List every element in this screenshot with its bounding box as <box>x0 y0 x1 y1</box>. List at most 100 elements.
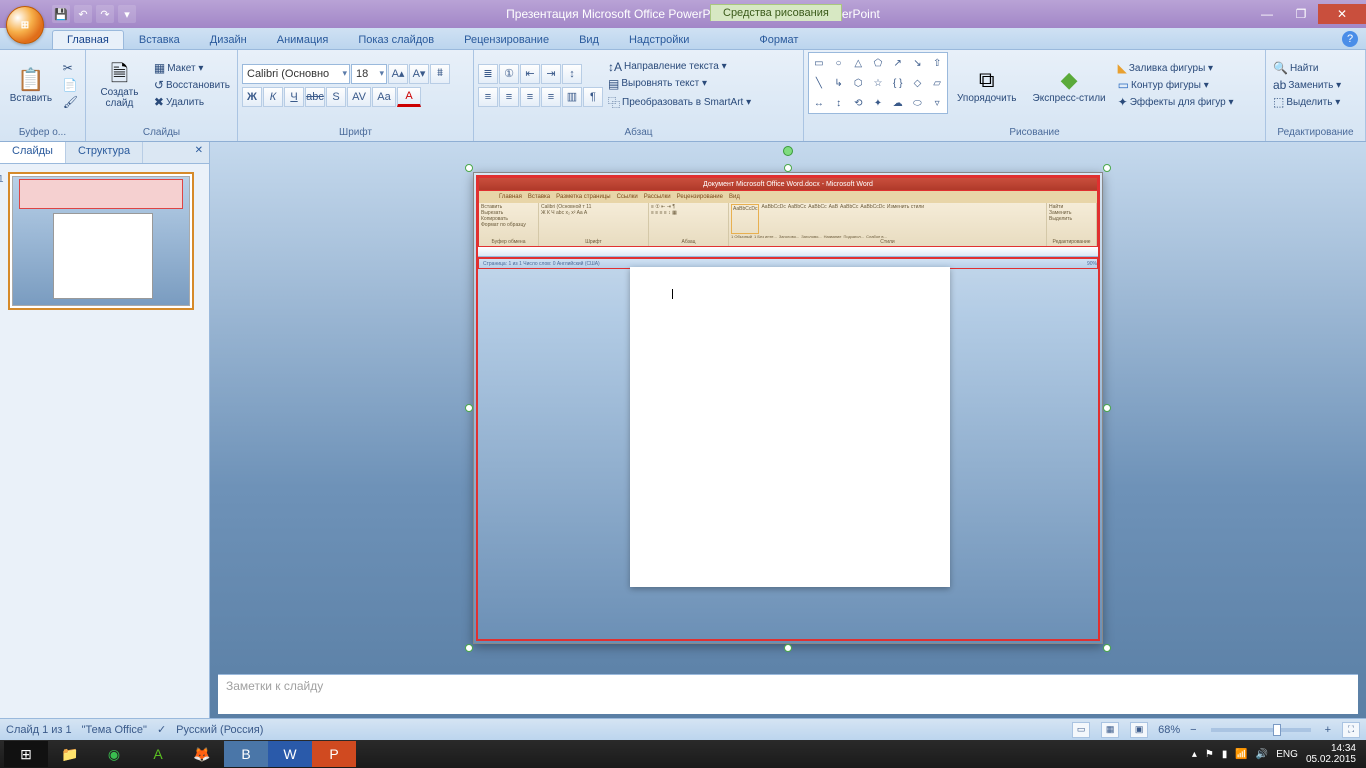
taskbar-word-icon[interactable]: W <box>268 741 312 767</box>
taskbar-app2-icon[interactable]: A <box>136 741 180 767</box>
align-text-button[interactable]: ▤Выровнять текст ▾ <box>605 76 754 92</box>
resize-handle-ne[interactable] <box>1103 164 1111 172</box>
char-spacing-button[interactable]: AV <box>347 87 371 107</box>
underline-button[interactable]: Ч <box>284 87 304 107</box>
zoom-in-button[interactable]: + <box>1325 724 1331 736</box>
tray-network-icon[interactable]: 📶 <box>1235 749 1247 760</box>
qat-undo-icon[interactable]: ↶ <box>74 5 92 23</box>
cut-button[interactable]: ✂ <box>60 60 81 76</box>
resize-handle-w[interactable] <box>465 404 473 412</box>
resize-handle-nw[interactable] <box>465 164 473 172</box>
qat-save-icon[interactable]: 💾 <box>52 5 70 23</box>
slide-canvas-area[interactable]: Документ Microsoft Office Word.docx - Mi… <box>210 142 1366 674</box>
format-painter-button[interactable]: 🖌 <box>60 94 81 110</box>
copy-button[interactable]: 📄 <box>60 77 81 93</box>
numbering-button[interactable]: ① <box>499 64 519 84</box>
language-indicator[interactable]: Русский (Россия) <box>176 724 263 736</box>
columns-button[interactable]: ▥ <box>562 87 582 107</box>
tab-insert[interactable]: Вставка <box>124 30 195 49</box>
resize-handle-e[interactable] <box>1103 404 1111 412</box>
zoom-out-button[interactable]: − <box>1190 724 1196 736</box>
slideshow-view-button[interactable]: ▣ <box>1130 722 1148 738</box>
start-button[interactable]: ⊞ <box>4 741 48 767</box>
zoom-slider[interactable] <box>1211 728 1311 732</box>
minimize-button[interactable]: — <box>1250 4 1284 24</box>
line-spacing-button[interactable]: ↕ <box>562 64 582 84</box>
grow-font-button[interactable]: A▴ <box>388 64 408 84</box>
find-button[interactable]: 🔍Найти <box>1270 60 1344 76</box>
tray-show-hidden-icon[interactable]: ▴ <box>1192 749 1197 760</box>
align-right-button[interactable]: ≡ <box>520 87 540 107</box>
slide[interactable]: Документ Microsoft Office Word.docx - Mi… <box>473 172 1103 644</box>
font-size-combo[interactable]: 18 <box>351 64 387 84</box>
new-slide-button[interactable]: 🗎Создать слайд <box>90 52 149 120</box>
office-button[interactable]: ⊞ <box>6 6 44 44</box>
qat-more-icon[interactable]: ▾ <box>118 5 136 23</box>
replace-button[interactable]: abЗаменить ▾ <box>1270 77 1344 93</box>
sorter-view-button[interactable]: ▦ <box>1101 722 1119 738</box>
shape-effects-button[interactable]: ✦Эффекты для фигур ▾ <box>1115 94 1237 110</box>
bold-button[interactable]: Ж <box>242 87 262 107</box>
thumbnail-list[interactable]: 1 <box>0 164 209 718</box>
bullets-button[interactable]: ≣ <box>478 64 498 84</box>
text-ltr-button[interactable]: ¶ <box>583 87 603 107</box>
paste-button[interactable]: 📋Вставить <box>4 52 58 120</box>
tray-volume-icon[interactable]: 🔊 <box>1256 749 1268 760</box>
text-direction-button[interactable]: ↕AНаправление текста ▾ <box>605 59 754 75</box>
tab-slideshow[interactable]: Показ слайдов <box>343 30 449 49</box>
tab-review[interactable]: Рецензирование <box>449 30 564 49</box>
increase-indent-button[interactable]: ⇥ <box>541 64 561 84</box>
close-button[interactable]: ✕ <box>1318 4 1366 24</box>
tray-clock[interactable]: 14:34 05.02.2015 <box>1306 743 1356 765</box>
shapes-gallery[interactable]: ▭○△⬠↗↘⇧ ╲↳⬡☆{ }◇▱ ↔↕⟲✦☁⬭▿ <box>808 52 948 114</box>
font-color-button[interactable]: A <box>397 87 421 107</box>
slide-thumbnail-1[interactable]: 1 <box>8 172 194 310</box>
resize-handle-s[interactable] <box>784 644 792 652</box>
layout-button[interactable]: ▦Макет ▾ <box>151 60 233 76</box>
notes-pane[interactable]: Заметки к слайду <box>218 674 1358 714</box>
align-left-button[interactable]: ≡ <box>478 87 498 107</box>
resize-handle-sw[interactable] <box>465 644 473 652</box>
convert-smartart-button[interactable]: ⿻Преобразовать в SmartArt ▾ <box>605 93 754 112</box>
shape-fill-button[interactable]: ◣Заливка фигуры ▾ <box>1115 60 1237 76</box>
normal-view-button[interactable]: ▭ <box>1072 722 1090 738</box>
taskbar-file-explorer-icon[interactable]: 📁 <box>48 741 92 767</box>
taskbar-vk-icon[interactable]: B <box>224 741 268 767</box>
fit-window-button[interactable]: ⛶ <box>1342 722 1360 738</box>
justify-button[interactable]: ≡ <box>541 87 561 107</box>
tab-format[interactable]: Формат <box>744 30 813 49</box>
tab-animation[interactable]: Анимация <box>262 30 344 49</box>
shrink-font-button[interactable]: A▾ <box>409 64 429 84</box>
outline-tab[interactable]: Структура <box>66 142 143 163</box>
align-center-button[interactable]: ≡ <box>499 87 519 107</box>
arrange-button[interactable]: ⧉Упорядочить <box>950 52 1024 120</box>
quick-styles-button[interactable]: ◆Экспресс-стили <box>1026 52 1113 120</box>
rotate-handle[interactable] <box>783 146 793 156</box>
resize-handle-se[interactable] <box>1103 644 1111 652</box>
resize-handle-n[interactable] <box>784 164 792 172</box>
tray-language[interactable]: ENG <box>1276 749 1298 760</box>
maximize-button[interactable]: ❐ <box>1284 4 1318 24</box>
zoom-thumb[interactable] <box>1273 724 1281 736</box>
slides-tab[interactable]: Слайды <box>0 142 66 163</box>
tray-action-center-icon[interactable]: ⚑ <box>1205 749 1214 760</box>
tray-battery-icon[interactable]: ▮ <box>1222 749 1228 760</box>
close-panel-button[interactable]: ✕ <box>189 142 209 163</box>
decrease-indent-button[interactable]: ⇤ <box>520 64 540 84</box>
delete-slide-button[interactable]: ✖Удалить <box>151 94 233 110</box>
tab-addins[interactable]: Надстройки <box>614 30 704 49</box>
spellcheck-icon[interactable]: ✓ <box>157 723 166 736</box>
italic-button[interactable]: К <box>263 87 283 107</box>
help-icon[interactable]: ? <box>1342 31 1358 47</box>
shadow-button[interactable]: S <box>326 87 346 107</box>
clear-format-button[interactable]: ⩩ <box>430 64 450 84</box>
taskbar-app1-icon[interactable]: ◉ <box>92 741 136 767</box>
tab-design[interactable]: Дизайн <box>195 30 262 49</box>
font-family-combo[interactable]: Calibri (Основно <box>242 64 350 84</box>
zoom-level[interactable]: 68% <box>1158 724 1180 736</box>
select-button[interactable]: ⬚Выделить ▾ <box>1270 94 1344 110</box>
taskbar-gimp-icon[interactable]: 🦊 <box>180 741 224 767</box>
strike-button[interactable]: abc <box>305 87 325 107</box>
reset-button[interactable]: ↺Восстановить <box>151 77 233 93</box>
shape-outline-button[interactable]: ▭Контур фигуры ▾ <box>1115 77 1237 93</box>
